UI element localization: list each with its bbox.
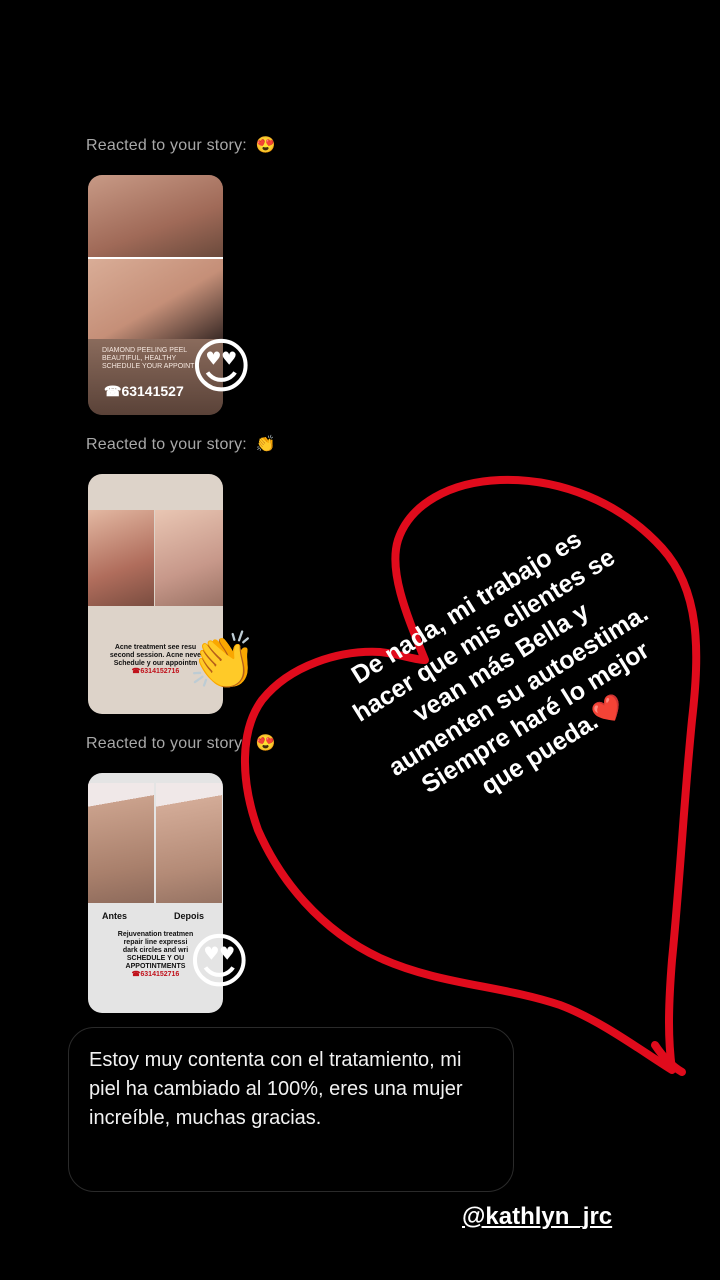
username-handle[interactable]: @kathlyn_jrc [462,1203,612,1231]
message-bubble: Estoy muy contenta con el tratamiento, m… [68,1027,514,1192]
message-text: Estoy muy contenta con el tratamiento, m… [89,1049,463,1129]
